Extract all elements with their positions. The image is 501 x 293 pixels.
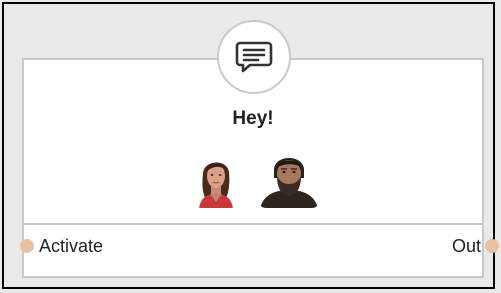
output-pin-label: Out [451, 236, 481, 256]
output-pin[interactable] [485, 239, 499, 253]
speech-bubble-icon [235, 41, 273, 73]
bearded-man-avatar [258, 150, 320, 208]
node-title: Hey! [232, 108, 274, 129]
input-pin[interactable] [20, 239, 34, 253]
node-icon-badge [217, 20, 291, 94]
female-character-avatar [193, 152, 239, 208]
input-pin-label: Activate [39, 236, 104, 256]
node-divider [22, 223, 484, 225]
